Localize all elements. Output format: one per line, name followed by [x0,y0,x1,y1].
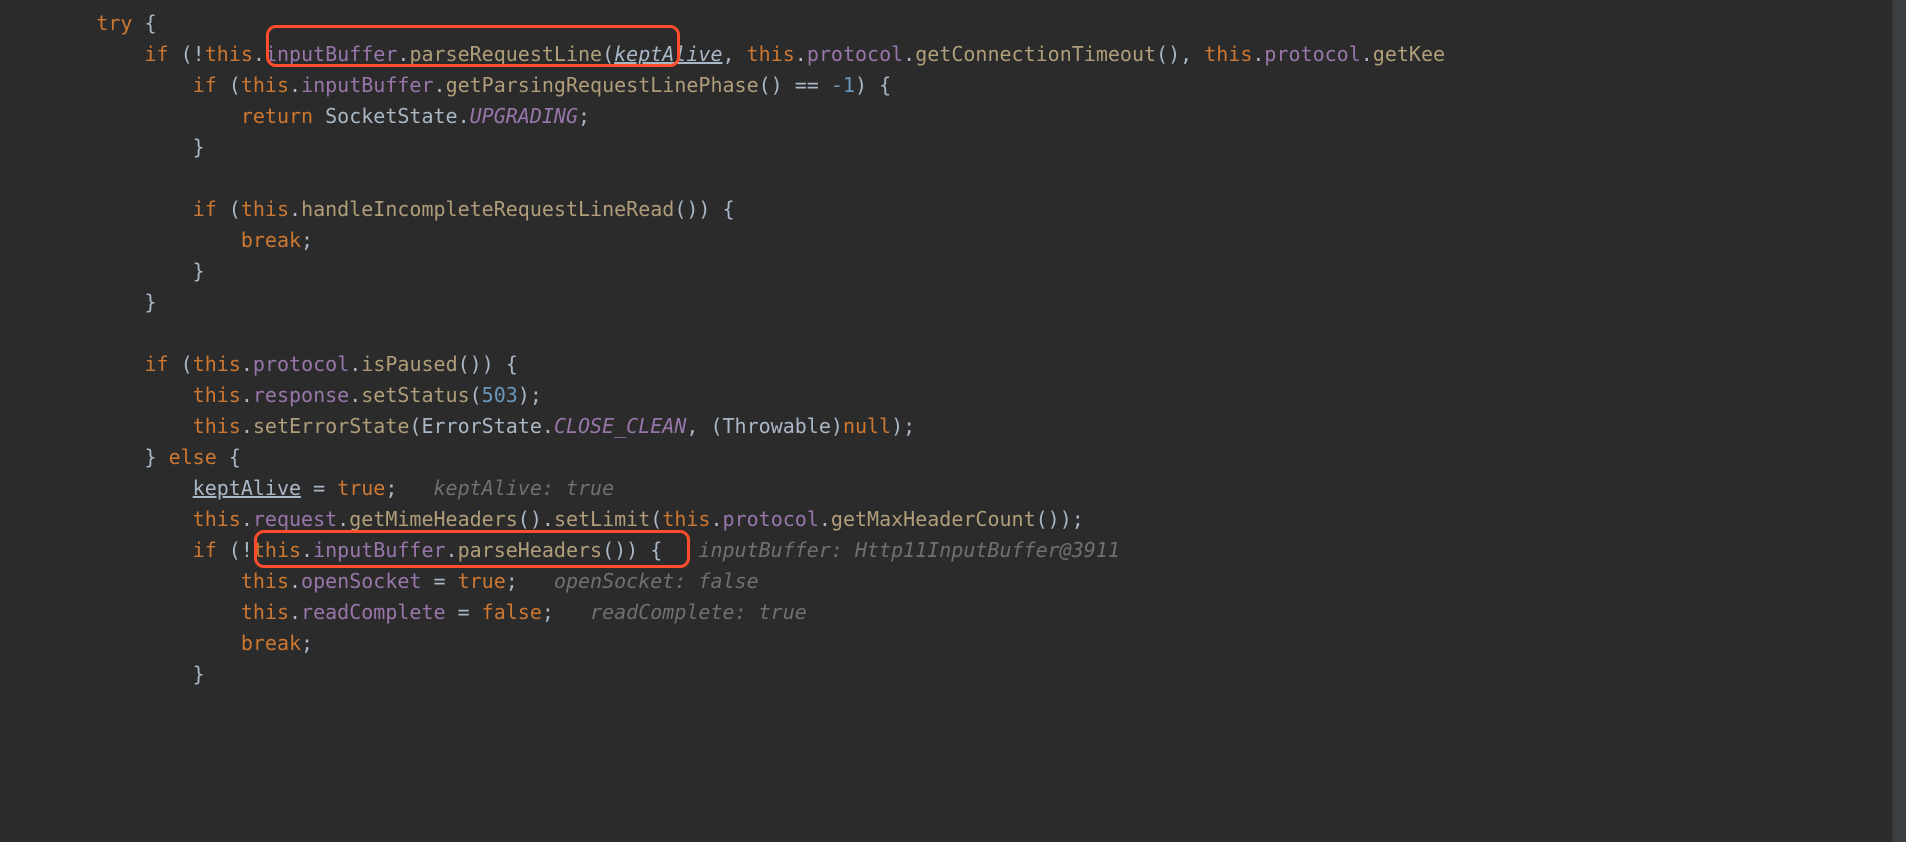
keyword-if: if [145,352,169,376]
keyword-this: this [747,42,795,66]
number-neg1: -1 [831,73,855,97]
method-getConnectionTimeout: getConnectionTimeout [915,42,1156,66]
method-getMimeHeaders: getMimeHeaders [349,507,518,531]
field-inputBuffer: inputBuffer [301,73,433,97]
param-keptAlive: keptAlive [614,42,722,66]
keyword-if: if [193,538,217,562]
type-errorstate: ErrorState [421,414,541,438]
keyword-this: this [1204,42,1252,66]
keyword-null: null [843,414,891,438]
keyword-this: this [253,538,301,562]
field-response: response [253,383,349,407]
type-socketstate: SocketState [325,104,457,128]
keyword-break: break [241,631,301,655]
method-parseRequestLine: parseRequestLine [409,42,602,66]
var-keptAlive: keptAlive [193,476,301,500]
const-closeclean: CLOSE_CLEAN [554,414,686,438]
field-protocol: protocol [807,42,903,66]
inlay-readComplete: readComplete: true [590,600,807,624]
keyword-try: try [96,11,132,35]
keyword-this: this [193,383,241,407]
method-setLimit: setLimit [554,507,650,531]
field-inputBuffer: inputBuffer [265,42,397,66]
type-throwable: Throwable [723,414,831,438]
method-getParsingRequestLinePhase: getParsingRequestLinePhase [446,73,759,97]
field-request: request [253,507,337,531]
method-isPaused: isPaused [361,352,457,376]
field-inputBuffer: inputBuffer [313,538,445,562]
inlay-keptAlive: keptAlive: true [434,476,615,500]
method-handleIncompleteRequestLineRead: handleIncompleteRequestLineRead [301,197,674,221]
keyword-if: if [145,42,169,66]
keyword-break: break [241,228,301,252]
code-editor[interactable]: try { if (!this.inputBuffer.parseRequest… [0,0,1906,842]
keyword-this: this [241,569,289,593]
code-block[interactable]: try { if (!this.inputBuffer.parseRequest… [0,0,1906,690]
keyword-this: this [241,73,289,97]
field-protocol: protocol [1264,42,1360,66]
keyword-else: else [169,445,217,469]
field-protocol: protocol [723,507,819,531]
keyword-if: if [193,73,217,97]
keyword-true: true [458,569,506,593]
keyword-false: false [482,600,542,624]
method-setStatus: setStatus [361,383,469,407]
method-getMaxHeaderCount: getMaxHeaderCount [831,507,1036,531]
keyword-return: return [241,104,313,128]
keyword-this: this [241,197,289,221]
keyword-this: this [205,42,253,66]
method-getKee: getKee [1373,42,1445,66]
method-setErrorState: setErrorState [253,414,410,438]
keyword-this: this [193,507,241,531]
keyword-this: this [193,352,241,376]
keyword-this: this [241,600,289,624]
inlay-inputBuffer: inputBuffer: Http11InputBuffer@3911 [698,538,1119,562]
keyword-true: true [337,476,385,500]
number-503: 503 [482,383,518,407]
scrollbar-vertical[interactable] [1892,0,1906,842]
field-protocol: protocol [253,352,349,376]
keyword-if: if [193,197,217,221]
field-openSocket: openSocket [301,569,421,593]
inlay-openSocket: openSocket: false [554,569,759,593]
keyword-this: this [193,414,241,438]
const-upgrading: UPGRADING [470,104,578,128]
field-readComplete: readComplete [301,600,446,624]
keyword-this: this [662,507,710,531]
method-parseHeaders: parseHeaders [458,538,603,562]
